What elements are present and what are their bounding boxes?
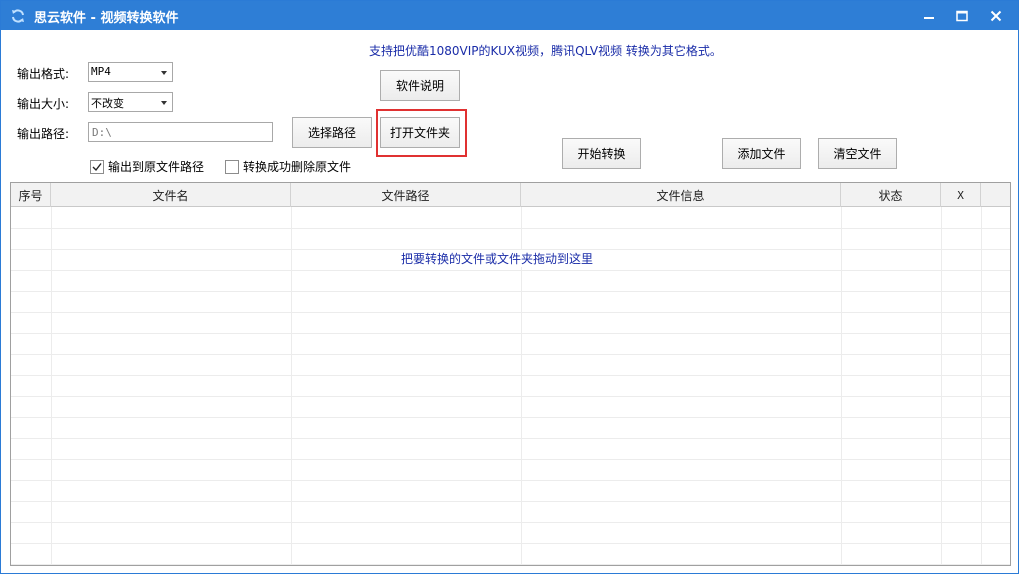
column-header-filename[interactable]: 文件名 xyxy=(51,183,291,207)
grid-row-line xyxy=(11,480,1010,481)
format-value: MP4 xyxy=(91,65,111,78)
close-button[interactable] xyxy=(979,1,1013,30)
grid-row-line xyxy=(11,354,1010,355)
software-info-button[interactable]: 软件说明 xyxy=(380,70,460,101)
grid-row-line xyxy=(11,522,1010,523)
grid-row-line xyxy=(11,459,1010,460)
column-header-remove[interactable]: X xyxy=(941,183,981,207)
grid-row-line xyxy=(11,564,1010,565)
format-select[interactable]: MP4 xyxy=(88,62,173,82)
grid-column-line xyxy=(51,207,52,565)
delete-after-label: 转换成功删除原文件 xyxy=(243,160,352,174)
grid-row-line xyxy=(11,333,1010,334)
delete-after-checkbox[interactable]: 转换成功删除原文件 xyxy=(225,158,351,175)
grid-row-line xyxy=(11,228,1010,229)
grid-column-line xyxy=(291,207,292,565)
grid-row-line xyxy=(11,417,1010,418)
minimize-button[interactable] xyxy=(912,1,946,30)
output-to-source-label: 输出到原文件路径 xyxy=(108,160,205,174)
file-table[interactable]: 序号 文件名 文件路径 文件信息 状态 X 把要转换的文件或文件夹拖动到这里 xyxy=(10,182,1011,566)
grid-row-line xyxy=(11,501,1010,502)
add-files-button[interactable]: 添加文件 xyxy=(722,138,801,169)
column-header-filepath[interactable]: 文件路径 xyxy=(291,183,521,207)
output-path-field[interactable]: D:\ xyxy=(88,122,273,142)
size-select[interactable]: 不改变 xyxy=(88,92,173,112)
format-label: 输出格式: xyxy=(17,67,70,81)
title-bar[interactable]: 思云软件 - 视频转换软件 xyxy=(1,1,1018,30)
grid-row-line xyxy=(11,312,1010,313)
grid-row-line xyxy=(11,396,1010,397)
table-header: 序号 文件名 文件路径 文件信息 状态 X xyxy=(11,183,1010,207)
window-title: 思云软件 - 视频转换软件 xyxy=(34,11,179,26)
grid-row-line xyxy=(11,291,1010,292)
output-to-source-checkbox[interactable]: 输出到原文件路径 xyxy=(90,158,204,175)
chevron-down-icon xyxy=(161,101,167,105)
grid-row-line xyxy=(11,375,1010,376)
info-banner: 支持把优酷1080VIP的KUX视频，腾讯QLV视频 转换为其它格式。 xyxy=(369,44,722,58)
checkmark-icon xyxy=(92,162,102,171)
column-header-index[interactable]: 序号 xyxy=(11,183,51,207)
column-header-status[interactable]: 状态 xyxy=(841,183,941,207)
grid-column-line xyxy=(841,207,842,565)
choose-path-button[interactable]: 选择路径 xyxy=(292,117,372,148)
maximize-button[interactable] xyxy=(945,1,979,30)
chevron-down-icon xyxy=(161,71,167,75)
grid-column-line xyxy=(941,207,942,565)
refresh-icon xyxy=(12,9,24,23)
highlight-box xyxy=(376,109,467,157)
grid-row-line xyxy=(11,543,1010,544)
grid-row-line xyxy=(11,438,1010,439)
grid-row-line xyxy=(11,270,1010,271)
start-convert-button[interactable]: 开始转换 xyxy=(562,138,641,169)
drop-hint: 把要转换的文件或文件夹拖动到这里 xyxy=(391,250,604,267)
column-header-fileinfo[interactable]: 文件信息 xyxy=(521,183,841,207)
checkbox-box[interactable] xyxy=(90,159,104,174)
close-icon xyxy=(990,10,1002,21)
minimize-icon xyxy=(924,16,934,19)
grid-column-line xyxy=(981,207,982,565)
maximize-icon xyxy=(956,10,968,21)
checkbox-box[interactable] xyxy=(225,159,239,174)
size-label: 输出大小: xyxy=(17,97,70,111)
path-label: 输出路径: xyxy=(17,127,70,141)
main-window: 思云软件 - 视频转换软件 支持把优酷1080VIP的KUX视频，腾讯QLV视频… xyxy=(0,0,1019,574)
size-value: 不改变 xyxy=(91,97,124,110)
clear-files-button[interactable]: 清空文件 xyxy=(818,138,897,169)
